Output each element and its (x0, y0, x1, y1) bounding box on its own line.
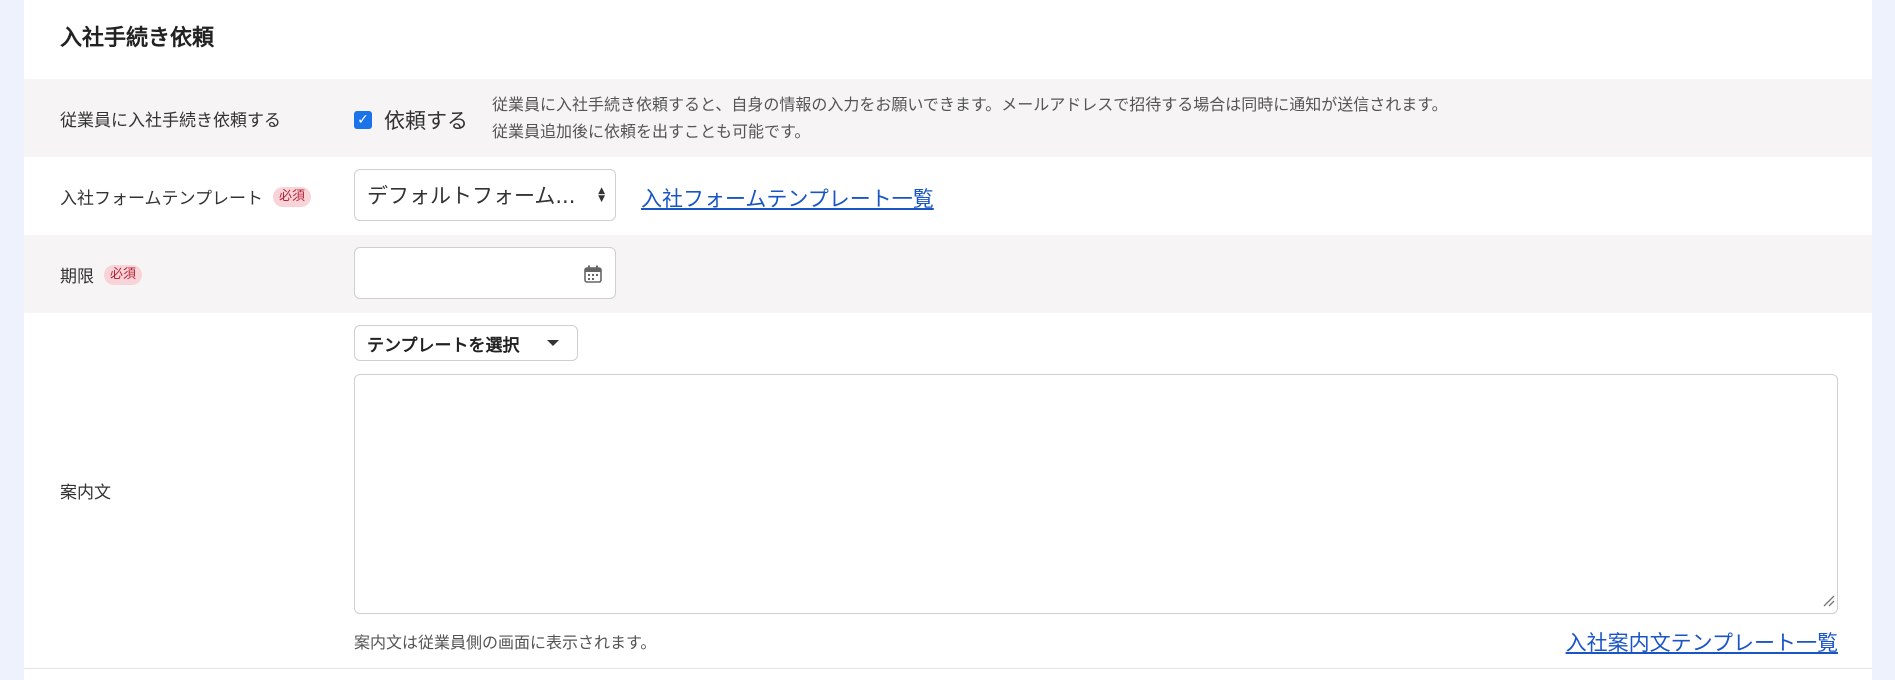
form-template-label: 入社フォームテンプレート 必須 (60, 184, 311, 209)
request-description-line1: 従業員に入社手続き依頼すると、自身の情報の入力をお願いできます。メールアドレスで… (492, 95, 1448, 114)
deadline-row: 期限 必須 (24, 235, 1872, 313)
select-template-button-label: テンプレートを選択 (367, 335, 520, 356)
form-template-row: 入社フォームテンプレート 必須 デフォルトフォーム... ▲ ▼ 入社フォームテン… (24, 157, 1872, 235)
form-template-label-text: 入社フォームテンプレート (60, 189, 263, 209)
message-label: 案内文 (60, 478, 111, 503)
request-description-line2: 従業員追加後に依頼を出すことも可能です。 (492, 122, 811, 141)
message-row: 案内文 テンプレートを選択 案内文は従業員側の画面に表示されます。 入社案内文テ… (24, 313, 1872, 668)
message-textarea[interactable] (354, 374, 1838, 614)
deadline-label: 期限 必須 (60, 262, 143, 287)
request-checkbox[interactable]: ✓ (354, 111, 372, 129)
deadline-date-input[interactable] (354, 247, 616, 299)
resize-handle-icon[interactable] (1821, 592, 1835, 611)
form-template-list-link[interactable]: 入社フォームテンプレート一覧 (641, 183, 934, 213)
message-template-list-link[interactable]: 入社案内文テンプレート一覧 (1566, 627, 1838, 657)
form-template-selected-value: デフォルトフォーム... (367, 184, 576, 208)
request-description: 従業員に入社手続き依頼すると、自身の情報の入力をお願いできます。メールアドレスで… (492, 91, 1448, 145)
request-checkbox-group[interactable]: ✓ 依頼する (354, 105, 468, 135)
message-label-text: 案内文 (60, 483, 111, 503)
checkmark-icon: ✓ (357, 112, 369, 128)
calendar-icon[interactable] (583, 264, 603, 288)
request-checkbox-label[interactable]: 依頼する (384, 105, 468, 135)
onboarding-request-panel: 入社手続き依頼 従業員に入社手続き依頼する ✓ 依頼する 従業員に入社手続き依頼… (24, 0, 1872, 680)
caret-down-icon (547, 340, 559, 346)
required-badge: 必須 (104, 264, 143, 285)
deadline-label-text: 期限 (60, 267, 94, 287)
select-template-button[interactable]: テンプレートを選択 (354, 325, 578, 361)
select-arrows-icon: ▲ ▼ (598, 186, 605, 204)
request-label: 従業員に入社手続き依頼する (60, 106, 281, 131)
form-template-select[interactable]: デフォルトフォーム... ▲ ▼ (354, 169, 616, 221)
message-hint: 案内文は従業員側の画面に表示されます。 (354, 633, 657, 652)
required-badge: 必須 (272, 186, 311, 207)
divider (24, 668, 1872, 669)
request-row: 従業員に入社手続き依頼する ✓ 依頼する 従業員に入社手続き依頼すると、自身の情… (24, 79, 1872, 157)
section-title: 入社手続き依頼 (60, 26, 215, 51)
request-label-text: 従業員に入社手続き依頼する (60, 111, 281, 131)
